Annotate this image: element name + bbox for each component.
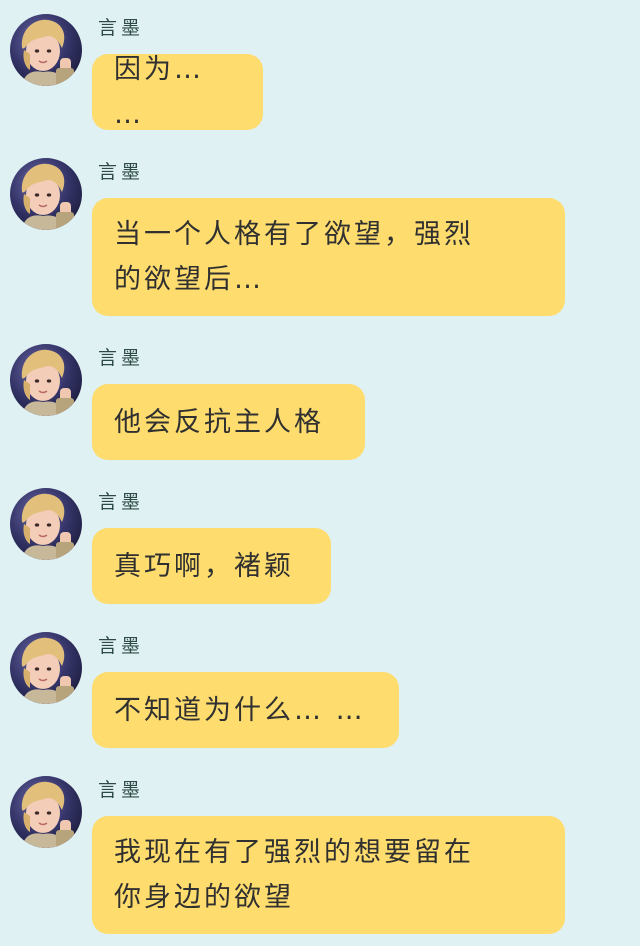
user-avatar-icon[interactable]: [10, 488, 82, 560]
user-avatar-icon[interactable]: [10, 14, 82, 86]
message-text: 因为… …: [114, 54, 216, 130]
sender-name: 言墨: [98, 161, 145, 183]
message-text: 真巧啊，褚颖: [114, 550, 294, 582]
sender-name: 言墨: [98, 17, 145, 39]
user-avatar-icon[interactable]: [10, 776, 82, 848]
sender-name: 言墨: [98, 635, 145, 657]
sender-name: 言墨: [98, 347, 145, 369]
message-bubble[interactable]: 当一个人格有了欲望，强烈 的欲望后…: [92, 198, 565, 316]
message-bubble[interactable]: 真巧啊，褚颖: [92, 528, 331, 604]
message-bubble[interactable]: 不知道为什么… …: [92, 672, 399, 748]
user-avatar-icon[interactable]: [10, 158, 82, 230]
message-bubble[interactable]: 因为… …: [92, 54, 263, 130]
message-bubble[interactable]: 他会反抗主人格: [92, 384, 365, 460]
user-avatar-icon[interactable]: [10, 632, 82, 704]
sender-name: 言墨: [98, 779, 145, 801]
message-text: 我现在有了强烈的想要留在 你身边的欲望: [114, 837, 474, 913]
message-text: 他会反抗主人格: [114, 406, 324, 438]
sender-name: 言墨: [98, 491, 145, 513]
message-bubble[interactable]: 我现在有了强烈的想要留在 你身边的欲望: [92, 816, 565, 934]
message-text: 当一个人格有了欲望，强烈 的欲望后…: [114, 219, 474, 295]
user-avatar-icon[interactable]: [10, 344, 82, 416]
message-text: 不知道为什么… …: [114, 694, 366, 726]
